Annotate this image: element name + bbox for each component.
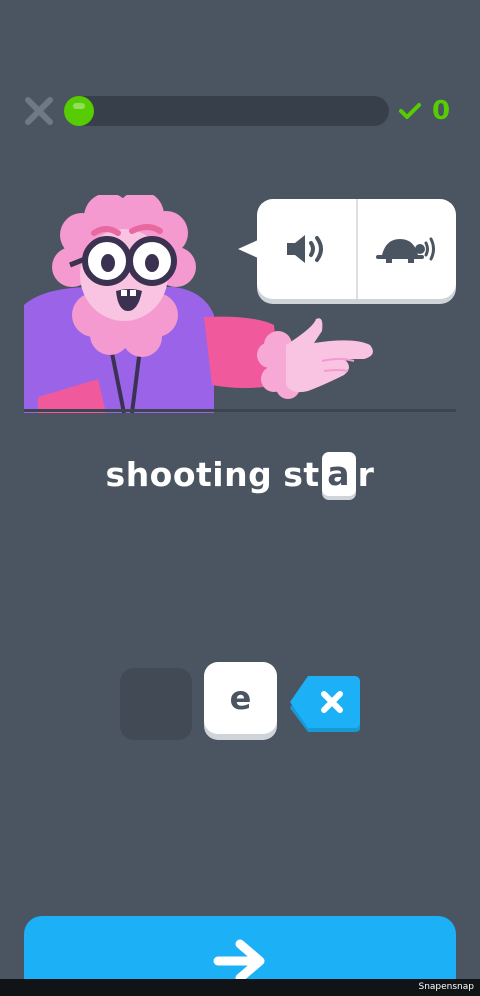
arrow-right-icon: [213, 939, 265, 983]
letter-tiles: e: [0, 660, 480, 750]
checkmark-icon: [399, 103, 421, 119]
lesson-screen: 0 shooting st a r e Snapensnap: [0, 0, 480, 996]
empty-tile-slot: [120, 668, 192, 740]
bottom-strip: [0, 979, 480, 996]
close-button[interactable]: [22, 94, 56, 128]
correct-streak: 0: [398, 94, 450, 128]
word-prefix: shooting: [105, 454, 273, 494]
turtle-speaker-icon: [375, 237, 435, 263]
floor-line: [24, 409, 456, 412]
progress-fill: [64, 96, 94, 126]
close-x-icon: [25, 97, 53, 125]
word-part-after-blank: r: [357, 454, 375, 494]
audio-speech-bubble: [257, 199, 456, 299]
prompt-word: shooting st a r: [0, 446, 480, 502]
backspace-button[interactable]: [288, 674, 362, 734]
streak-count: 0: [432, 96, 451, 126]
letter-blank[interactable]: a: [321, 452, 356, 496]
watermark: Snapensnap: [418, 982, 474, 992]
speaker-icon: [287, 235, 324, 263]
progress-bar: [64, 96, 389, 126]
backspace-x-icon: [290, 676, 360, 732]
word-part-before-blank: st: [283, 454, 320, 494]
play-audio-button[interactable]: [257, 199, 356, 299]
letter-tile[interactable]: e: [204, 662, 277, 734]
play-slow-audio-button[interactable]: [358, 199, 457, 299]
